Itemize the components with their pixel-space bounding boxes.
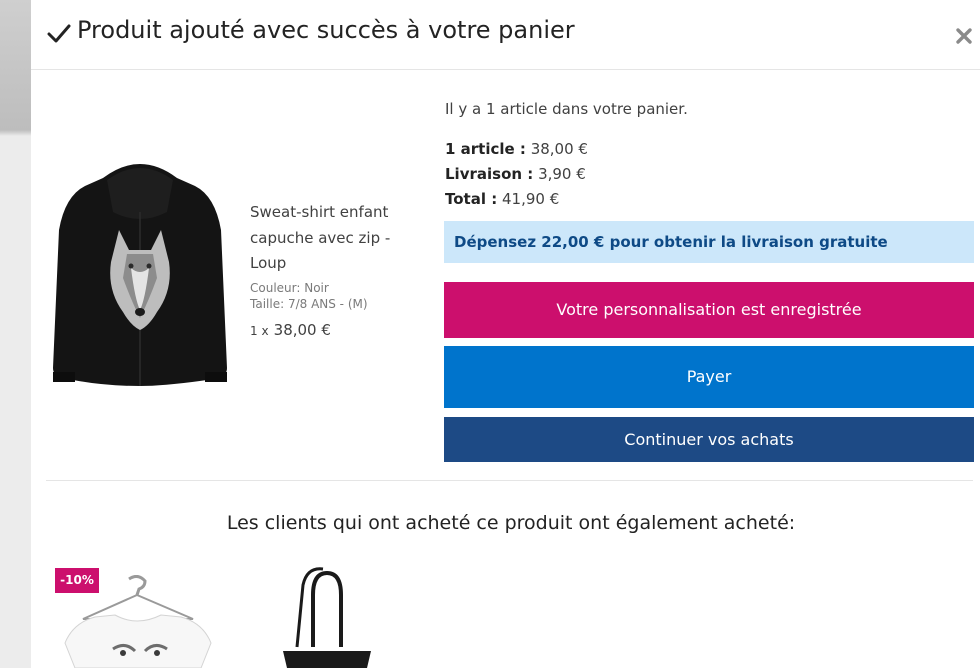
product-quantity-price: 1 x 38,00 € — [250, 320, 331, 339]
product-name[interactable]: Sweat-shirt enfant capuche avec zip - Lo… — [250, 200, 420, 277]
personalization-saved-button[interactable]: Votre personnalisation est enregistrée — [444, 282, 974, 338]
modal-title: Produit ajouté avec succès à votre panie… — [77, 16, 575, 44]
product-price: 38,00 € — [273, 321, 331, 339]
product-image — [53, 164, 227, 386]
cart-count-text: Il y a 1 article dans votre panier. — [445, 100, 688, 118]
summary-shipping-value: 3,90 € — [538, 165, 586, 183]
discount-badge: -10% — [55, 568, 99, 593]
summary-articles: 1 article : 38,00 € — [445, 140, 588, 158]
section-divider — [46, 480, 973, 481]
cart-modal: Produit ajouté avec succès à votre panie… — [31, 0, 980, 668]
summary-shipping-label: Livraison : — [445, 165, 534, 183]
summary-total: Total : 41,90 € — [445, 190, 559, 208]
product-quantity: 1 x — [250, 324, 269, 338]
page-backdrop — [0, 0, 31, 668]
summary-total-label: Total : — [445, 190, 498, 208]
recommended-product-bag-image[interactable] — [267, 565, 387, 668]
modal-header: Produit ajouté avec succès à votre panie… — [31, 0, 980, 70]
summary-articles-label: 1 article : — [445, 140, 526, 158]
summary-total-value: 41,90 € — [501, 190, 560, 208]
close-icon[interactable] — [955, 27, 973, 45]
summary-shipping: Livraison : 3,90 € — [445, 165, 586, 183]
pay-button[interactable]: Payer — [444, 346, 974, 408]
check-icon — [47, 24, 71, 43]
product-size: Taille: 7/8 ANS - (M) — [250, 297, 368, 311]
product-color: Couleur: Noir — [250, 281, 329, 295]
also-bought-heading: Les clients qui ont acheté ce produit on… — [226, 512, 796, 534]
free-shipping-notice: Dépensez 22,00 € pour obtenir la livrais… — [444, 221, 974, 263]
continue-shopping-button[interactable]: Continuer vos achats — [444, 417, 974, 462]
summary-articles-value: 38,00 € — [530, 140, 588, 158]
